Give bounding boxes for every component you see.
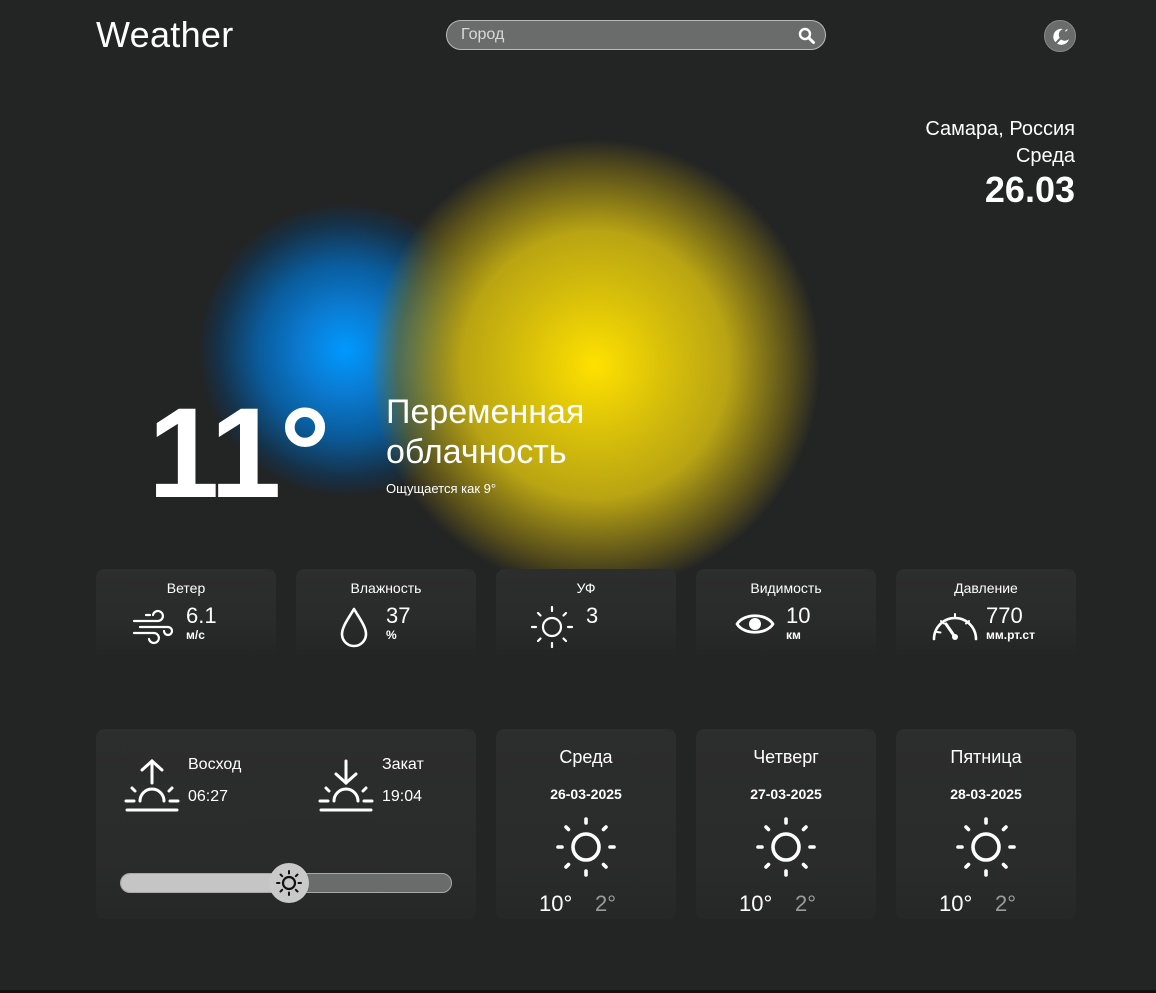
sunrise-icon <box>124 758 180 812</box>
metric-unit: мм.рт.ст <box>986 628 1035 642</box>
forecast-low: 2° <box>995 891 1017 916</box>
weather-description: Переменная облачность <box>386 393 585 471</box>
current-temperature: 11° <box>148 382 330 525</box>
sunrise-sunset-card: Восход 06:27 Закат 19:04 <box>96 729 476 919</box>
forecast-high: 10° <box>539 891 573 916</box>
feels-like-text: Ощущается как 9° <box>386 481 497 496</box>
app-title: Weather <box>96 14 234 55</box>
metric-label: Ветер <box>166 580 206 596</box>
metric-value: 6.1 <box>186 603 217 628</box>
theme-toggle-button[interactable] <box>1044 20 1076 52</box>
day-progress-handle[interactable] <box>269 863 310 903</box>
sunrise-time: 06:27 <box>188 788 229 805</box>
forecast-date: 27-03-2025 <box>750 786 822 802</box>
weather-page: Weather Самара, Россия Среда 26.03 11° П… <box>0 0 1156 993</box>
metric-label: Видимость <box>750 580 822 596</box>
gauge-icon <box>932 613 978 641</box>
sun-icon <box>276 870 303 896</box>
sunrise-label: Восход <box>188 756 242 773</box>
metric-card-uv: УФ 3 <box>496 569 676 659</box>
sun-icon <box>530 605 574 649</box>
city-search-input[interactable] <box>461 25 781 45</box>
forecast-high: 10° <box>939 891 973 916</box>
metric-value: 770 <box>986 603 1023 628</box>
location-city: Самара, Россия <box>925 118 1075 140</box>
metric-label: УФ <box>576 580 596 596</box>
sun-icon <box>556 817 616 877</box>
forecast-day: Четверг <box>753 747 819 767</box>
metric-card-wind: Ветер 6.1 м/с <box>96 569 276 659</box>
forecast-high: 10° <box>739 891 773 916</box>
metric-label: Давление <box>954 580 1018 596</box>
location-date: 26.03 <box>984 169 1075 210</box>
forecast-day: Среда <box>559 747 613 767</box>
forecast-date: 28-03-2025 <box>950 786 1022 802</box>
metric-unit: % <box>386 628 397 642</box>
droplet-icon <box>340 607 368 648</box>
sunset-time: 19:04 <box>382 788 423 805</box>
eye-icon <box>735 614 775 634</box>
forecast-date: 26-03-2025 <box>550 786 622 802</box>
metric-unit: м/с <box>186 628 205 642</box>
forecast-day: Пятница <box>950 747 1022 767</box>
metric-label: Влажность <box>350 580 422 596</box>
sunset-icon <box>318 759 374 812</box>
sun-icon <box>956 817 1016 877</box>
forecast-card: Среда 26-03-2025 10° 2° <box>496 729 676 919</box>
metric-value: 10 <box>786 603 811 628</box>
search-icon[interactable] <box>797 26 817 46</box>
metric-card-humidity: Влажность 37 % <box>296 569 476 659</box>
city-search-bar[interactable] <box>446 20 826 50</box>
forecast-low: 2° <box>595 891 617 916</box>
metric-card-pressure: Давление 770 мм.рт.ст <box>896 569 1076 659</box>
sun-icon <box>756 817 816 877</box>
wind-icon <box>132 609 174 645</box>
yellow-glow-decoration <box>370 140 820 590</box>
theme-toggle-icon <box>1053 28 1070 46</box>
forecast-card: Пятница 28-03-2025 10° 2° <box>896 729 1076 919</box>
sunset-label: Закат <box>382 756 424 773</box>
location-block: Самара, Россия Среда 26.03 <box>925 116 1075 210</box>
metric-unit: км <box>786 628 801 642</box>
forecast-card: Четверг 27-03-2025 10° 2° <box>696 729 876 919</box>
metric-value: 3 <box>586 603 599 628</box>
metric-card-visibility: Видимость 10 км <box>696 569 876 659</box>
forecast-low: 2° <box>795 891 817 916</box>
location-weekday: Среда <box>1015 145 1075 167</box>
metric-value: 37 <box>386 603 411 628</box>
day-progress-fill <box>121 874 291 892</box>
